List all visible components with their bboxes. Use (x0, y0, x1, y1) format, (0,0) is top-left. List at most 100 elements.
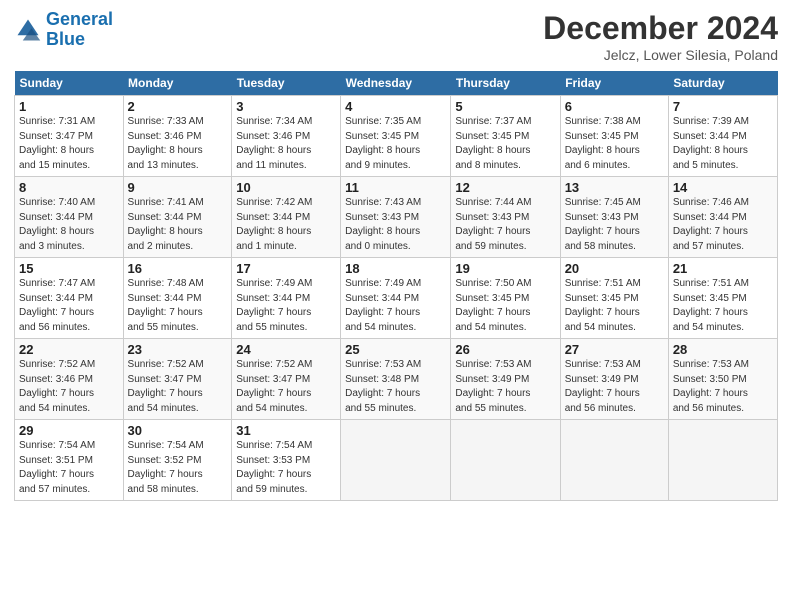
week-row-4: 22Sunrise: 7:52 AM Sunset: 3:46 PM Dayli… (15, 339, 778, 420)
day-info: Sunrise: 7:43 AM Sunset: 3:43 PM Dayligh… (345, 196, 446, 254)
day-cell: 26Sunrise: 7:53 AM Sunset: 3:49 PM Dayli… (451, 339, 560, 420)
logo-text: General Blue (46, 10, 113, 50)
day-info: Sunrise: 7:49 AM Sunset: 3:44 PM Dayligh… (236, 277, 336, 335)
day-cell: 19Sunrise: 7:50 AM Sunset: 3:45 PM Dayli… (451, 258, 560, 339)
week-row-2: 8Sunrise: 7:40 AM Sunset: 3:44 PM Daylig… (15, 177, 778, 258)
day-info: Sunrise: 7:45 AM Sunset: 3:43 PM Dayligh… (565, 196, 664, 254)
day-number: 1 (19, 99, 119, 114)
day-info: Sunrise: 7:35 AM Sunset: 3:45 PM Dayligh… (345, 115, 446, 173)
day-info: Sunrise: 7:54 AM Sunset: 3:51 PM Dayligh… (19, 439, 119, 497)
day-info: Sunrise: 7:34 AM Sunset: 3:46 PM Dayligh… (236, 115, 336, 173)
day-info: Sunrise: 7:40 AM Sunset: 3:44 PM Dayligh… (19, 196, 119, 254)
day-number: 6 (565, 99, 664, 114)
day-number: 18 (345, 261, 446, 276)
day-info: Sunrise: 7:50 AM Sunset: 3:45 PM Dayligh… (455, 277, 555, 335)
day-cell: 13Sunrise: 7:45 AM Sunset: 3:43 PM Dayli… (560, 177, 668, 258)
day-number: 7 (673, 99, 773, 114)
week-row-1: 1Sunrise: 7:31 AM Sunset: 3:47 PM Daylig… (15, 96, 778, 177)
day-cell: 7Sunrise: 7:39 AM Sunset: 3:44 PM Daylig… (668, 96, 777, 177)
day-number: 28 (673, 342, 773, 357)
day-number: 11 (345, 180, 446, 195)
col-wednesday: Wednesday (341, 71, 451, 96)
day-number: 24 (236, 342, 336, 357)
day-cell: 2Sunrise: 7:33 AM Sunset: 3:46 PM Daylig… (123, 96, 232, 177)
day-cell: 11Sunrise: 7:43 AM Sunset: 3:43 PM Dayli… (341, 177, 451, 258)
day-number: 31 (236, 423, 336, 438)
day-number: 23 (128, 342, 228, 357)
day-number: 14 (673, 180, 773, 195)
day-info: Sunrise: 7:48 AM Sunset: 3:44 PM Dayligh… (128, 277, 228, 335)
day-cell: 24Sunrise: 7:52 AM Sunset: 3:47 PM Dayli… (232, 339, 341, 420)
day-number: 19 (455, 261, 555, 276)
day-number: 13 (565, 180, 664, 195)
calendar-body: 1Sunrise: 7:31 AM Sunset: 3:47 PM Daylig… (15, 96, 778, 501)
day-info: Sunrise: 7:38 AM Sunset: 3:45 PM Dayligh… (565, 115, 664, 173)
day-cell (341, 420, 451, 501)
day-info: Sunrise: 7:51 AM Sunset: 3:45 PM Dayligh… (673, 277, 773, 335)
col-tuesday: Tuesday (232, 71, 341, 96)
col-sunday: Sunday (15, 71, 124, 96)
day-number: 8 (19, 180, 119, 195)
day-cell: 10Sunrise: 7:42 AM Sunset: 3:44 PM Dayli… (232, 177, 341, 258)
day-cell: 4Sunrise: 7:35 AM Sunset: 3:45 PM Daylig… (341, 96, 451, 177)
day-number: 9 (128, 180, 228, 195)
day-info: Sunrise: 7:53 AM Sunset: 3:50 PM Dayligh… (673, 358, 773, 416)
day-cell: 22Sunrise: 7:52 AM Sunset: 3:46 PM Dayli… (15, 339, 124, 420)
day-number: 29 (19, 423, 119, 438)
day-number: 12 (455, 180, 555, 195)
day-info: Sunrise: 7:51 AM Sunset: 3:45 PM Dayligh… (565, 277, 664, 335)
day-info: Sunrise: 7:52 AM Sunset: 3:46 PM Dayligh… (19, 358, 119, 416)
day-cell: 25Sunrise: 7:53 AM Sunset: 3:48 PM Dayli… (341, 339, 451, 420)
day-cell (560, 420, 668, 501)
day-cell: 15Sunrise: 7:47 AM Sunset: 3:44 PM Dayli… (15, 258, 124, 339)
day-info: Sunrise: 7:33 AM Sunset: 3:46 PM Dayligh… (128, 115, 228, 173)
day-cell: 12Sunrise: 7:44 AM Sunset: 3:43 PM Dayli… (451, 177, 560, 258)
day-info: Sunrise: 7:54 AM Sunset: 3:52 PM Dayligh… (128, 439, 228, 497)
day-info: Sunrise: 7:44 AM Sunset: 3:43 PM Dayligh… (455, 196, 555, 254)
day-info: Sunrise: 7:31 AM Sunset: 3:47 PM Dayligh… (19, 115, 119, 173)
header-row: Sunday Monday Tuesday Wednesday Thursday… (15, 71, 778, 96)
day-cell: 16Sunrise: 7:48 AM Sunset: 3:44 PM Dayli… (123, 258, 232, 339)
day-number: 5 (455, 99, 555, 114)
day-cell: 28Sunrise: 7:53 AM Sunset: 3:50 PM Dayli… (668, 339, 777, 420)
day-cell: 30Sunrise: 7:54 AM Sunset: 3:52 PM Dayli… (123, 420, 232, 501)
day-info: Sunrise: 7:53 AM Sunset: 3:49 PM Dayligh… (565, 358, 664, 416)
week-row-5: 29Sunrise: 7:54 AM Sunset: 3:51 PM Dayli… (15, 420, 778, 501)
day-cell: 18Sunrise: 7:49 AM Sunset: 3:44 PM Dayli… (341, 258, 451, 339)
day-cell (668, 420, 777, 501)
day-cell: 14Sunrise: 7:46 AM Sunset: 3:44 PM Dayli… (668, 177, 777, 258)
col-saturday: Saturday (668, 71, 777, 96)
day-number: 4 (345, 99, 446, 114)
day-cell: 21Sunrise: 7:51 AM Sunset: 3:45 PM Dayli… (668, 258, 777, 339)
day-info: Sunrise: 7:52 AM Sunset: 3:47 PM Dayligh… (128, 358, 228, 416)
day-cell: 3Sunrise: 7:34 AM Sunset: 3:46 PM Daylig… (232, 96, 341, 177)
day-cell: 1Sunrise: 7:31 AM Sunset: 3:47 PM Daylig… (15, 96, 124, 177)
day-info: Sunrise: 7:41 AM Sunset: 3:44 PM Dayligh… (128, 196, 228, 254)
day-number: 16 (128, 261, 228, 276)
day-info: Sunrise: 7:46 AM Sunset: 3:44 PM Dayligh… (673, 196, 773, 254)
header: General Blue December 2024 Jelcz, Lower … (14, 10, 778, 63)
day-cell: 9Sunrise: 7:41 AM Sunset: 3:44 PM Daylig… (123, 177, 232, 258)
col-friday: Friday (560, 71, 668, 96)
day-cell: 5Sunrise: 7:37 AM Sunset: 3:45 PM Daylig… (451, 96, 560, 177)
day-number: 3 (236, 99, 336, 114)
location: Jelcz, Lower Silesia, Poland (543, 47, 778, 63)
day-cell: 8Sunrise: 7:40 AM Sunset: 3:44 PM Daylig… (15, 177, 124, 258)
day-cell: 20Sunrise: 7:51 AM Sunset: 3:45 PM Dayli… (560, 258, 668, 339)
day-info: Sunrise: 7:54 AM Sunset: 3:53 PM Dayligh… (236, 439, 336, 497)
day-info: Sunrise: 7:49 AM Sunset: 3:44 PM Dayligh… (345, 277, 446, 335)
col-monday: Monday (123, 71, 232, 96)
day-number: 10 (236, 180, 336, 195)
day-number: 17 (236, 261, 336, 276)
calendar-table: Sunday Monday Tuesday Wednesday Thursday… (14, 71, 778, 501)
day-cell: 29Sunrise: 7:54 AM Sunset: 3:51 PM Dayli… (15, 420, 124, 501)
day-info: Sunrise: 7:42 AM Sunset: 3:44 PM Dayligh… (236, 196, 336, 254)
week-row-3: 15Sunrise: 7:47 AM Sunset: 3:44 PM Dayli… (15, 258, 778, 339)
title-block: December 2024 Jelcz, Lower Silesia, Pola… (543, 10, 778, 63)
logo: General Blue (14, 10, 113, 50)
day-info: Sunrise: 7:47 AM Sunset: 3:44 PM Dayligh… (19, 277, 119, 335)
day-info: Sunrise: 7:39 AM Sunset: 3:44 PM Dayligh… (673, 115, 773, 173)
logo-icon (14, 16, 42, 44)
day-number: 27 (565, 342, 664, 357)
day-info: Sunrise: 7:37 AM Sunset: 3:45 PM Dayligh… (455, 115, 555, 173)
